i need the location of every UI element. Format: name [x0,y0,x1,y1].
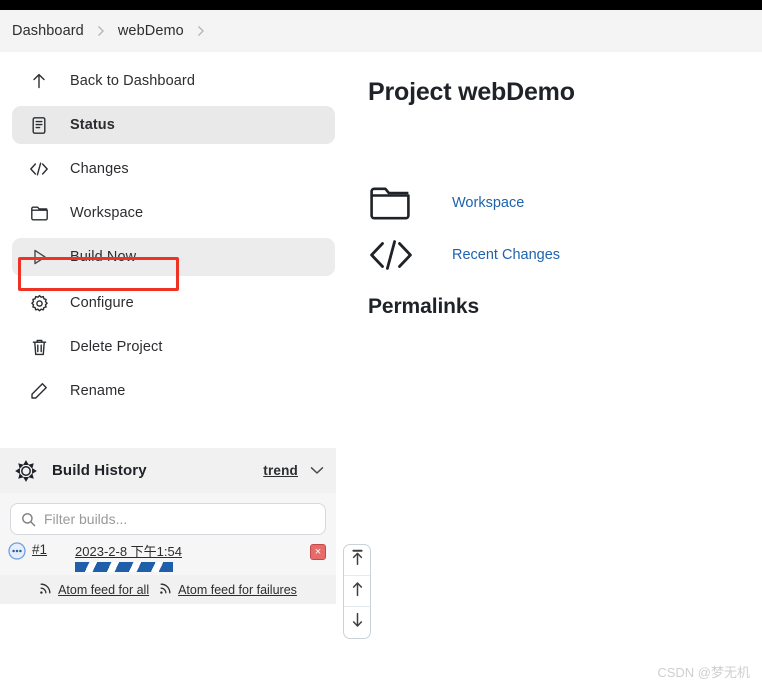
main-link-label: Recent Changes [452,247,561,263]
build-history-panel: Build History trend Filter builds... #1 … [0,448,336,604]
build-history-title: Build History [52,462,147,479]
breadcrumb-item-webdemo[interactable]: webDemo [118,23,184,39]
sidebar-item-label: Configure [70,295,134,311]
chevron-right-icon [197,25,205,37]
search-input[interactable] [44,511,315,527]
build-history-header: Build History trend [0,448,336,493]
scroll-down-button[interactable] [344,607,370,638]
sidebar-item-label: Workspace [70,205,144,221]
build-number-link[interactable]: #1 [32,542,47,557]
sidebar-item-label: Status [70,117,115,133]
atom-feeds-row: Atom feed for all Atom feed for failures [0,575,336,604]
atom-feed-for-all-link[interactable]: Atom feed for all [39,581,149,598]
stop-build-button[interactable]: × [310,544,326,560]
sidebar-item-changes[interactable]: Changes [12,150,335,188]
page-title: Project webDemo [368,78,575,106]
folder-icon [368,184,424,222]
sidebar-item-delete-project[interactable]: Delete Project [12,328,335,366]
atom-feed-for-failures-link[interactable]: Atom feed for failures [159,581,297,598]
code-brackets-icon [26,157,52,181]
folder-icon [26,201,52,225]
chevron-down-icon[interactable] [310,462,324,480]
sidebar-item-label: Delete Project [70,339,163,355]
sidebar-item-label: Rename [70,383,126,399]
arrow-to-top-icon [350,549,365,571]
permalinks-heading: Permalinks [368,295,480,318]
scroll-up-button[interactable] [344,576,370,607]
build-status-icon [12,459,40,483]
sidebar-item-status[interactable]: Status [12,106,335,144]
arrow-up-icon [350,581,365,602]
arrow-down-icon [350,612,365,633]
trend-link[interactable]: trend [263,463,298,478]
build-progress-bar [75,562,174,572]
main-link-label: Workspace [452,195,525,211]
scroll-controls [343,544,371,639]
filter-builds-field[interactable] [10,503,326,535]
project-links: Workspace Recent Changes [368,177,758,281]
feed-label: Atom feed for failures [178,582,297,597]
arrow-up-icon [26,69,52,93]
build-history-row[interactable]: #1 2023-2-8 下午1:54 × [0,535,336,575]
rss-icon [159,581,173,598]
sidebar-item-rename[interactable]: Rename [12,372,335,410]
pencil-icon [26,379,52,403]
rss-icon [39,581,53,598]
sidebar-item-build-now[interactable]: Build Now [12,238,335,276]
sidebar-item-label: Changes [70,161,129,177]
feed-label: Atom feed for all [58,582,150,597]
main-content: Project webDemo Workspace Recent Changes [368,62,758,336]
main-link-recent-changes[interactable]: Recent Changes [368,229,758,281]
build-timestamp-link[interactable]: 2023-2-8 下午1:54 [75,541,182,560]
top-black-bar [0,0,762,10]
main-link-workspace[interactable]: Workspace [368,177,758,229]
sidebar-item-label: Build Now [70,249,137,265]
breadcrumb-item-dashboard[interactable]: Dashboard [12,23,84,39]
sidebar: Back to Dashboard Status Changes Workspa… [0,62,345,410]
watermark-text: CSDN @梦无机 [657,665,750,680]
scroll-to-top-button[interactable] [344,545,370,576]
search-icon [21,512,36,527]
breadcrumb: Dashboard webDemo [0,10,762,52]
gear-icon [26,291,52,315]
sidebar-item-back-to-dashboard[interactable]: Back to Dashboard [12,62,335,100]
sidebar-item-workspace[interactable]: Workspace [12,194,335,232]
chevron-right-icon [97,25,105,37]
trash-icon [26,335,52,359]
sidebar-item-configure[interactable]: Configure [12,284,335,322]
in-progress-icon [8,542,26,560]
document-icon [26,113,52,137]
play-triangle-icon [26,245,52,269]
code-brackets-icon [368,237,424,273]
sidebar-item-label: Back to Dashboard [70,73,196,89]
build-history-body: #1 2023-2-8 下午1:54 × Atom feed for all [0,493,336,604]
